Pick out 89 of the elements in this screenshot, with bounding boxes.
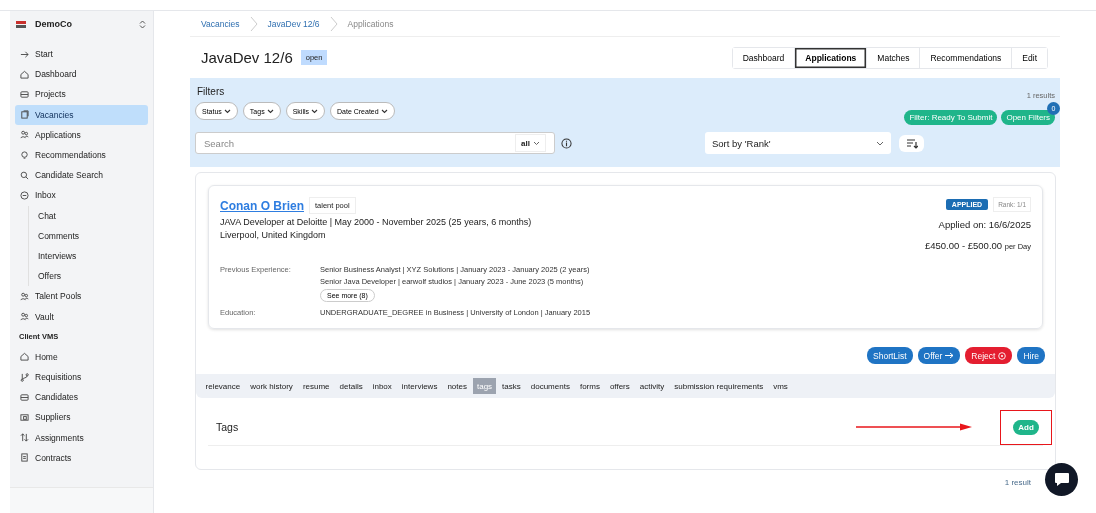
sidebar-item[interactable]: Dashboard [15, 64, 148, 85]
sidebar-item[interactable]: Requisitions [15, 367, 148, 388]
nav-icon [20, 412, 29, 422]
nav-icon [20, 372, 29, 382]
detail-tab[interactable]: tasks [498, 378, 525, 394]
nav-icon [20, 170, 29, 180]
nav-icon [20, 69, 29, 79]
nav-icon [20, 392, 29, 402]
filters-title: Filters [196, 86, 226, 97]
nav-icon [20, 453, 29, 463]
action-button[interactable]: Reject [965, 347, 1013, 364]
chevron-down-icon [380, 108, 388, 114]
sidebar-item[interactable]: Applications [15, 124, 148, 145]
candidate-name-link[interactable]: Conan O Brien [220, 198, 304, 213]
sort-order-button[interactable] [899, 134, 924, 152]
rate-range: £450.00 - £500.00 [924, 240, 1003, 251]
sort-dropdown[interactable]: Sort by 'Rank' [705, 132, 891, 154]
nav-icon [20, 433, 29, 443]
nav-icon [20, 352, 29, 362]
logo-icon [16, 19, 28, 29]
detail-tab[interactable]: offers [606, 378, 634, 394]
arrow-right-icon [945, 352, 955, 359]
candidate-location: Liverpool, United Kingdom [220, 230, 327, 240]
tags-title: Tags [215, 421, 240, 433]
sidebar-item[interactable]: Home [15, 346, 148, 367]
sidebar-item[interactable]: Inbox [15, 185, 148, 206]
breadcrumb-link[interactable]: Applications [347, 18, 394, 29]
nav-icon [20, 190, 29, 200]
nav-icon [20, 150, 29, 160]
search-field[interactable]: Search all [195, 132, 555, 154]
detail-tab[interactable]: relevance [202, 378, 244, 394]
sidebar-item[interactable]: Vault [15, 306, 148, 327]
nav-icon [20, 110, 29, 120]
chevron-down-icon [223, 108, 231, 114]
chevron-down-icon [876, 140, 884, 146]
breadcrumb-link[interactable]: JavaDev 12/6 [267, 18, 320, 29]
org-name: DemoCo [35, 19, 73, 29]
sidebar-item[interactable]: Contracts [15, 447, 148, 468]
nav-icon [20, 291, 29, 301]
applied-date: Applied on: 16/6/2025 [938, 219, 1031, 230]
info-icon[interactable] [561, 137, 572, 149]
action-button[interactable]: Hire [1017, 347, 1045, 364]
sidebar-item[interactable]: Vacancies [15, 104, 148, 125]
detail-tab[interactable]: vms [769, 378, 792, 394]
reject-icon [998, 351, 1007, 360]
nav-icon [20, 312, 29, 322]
detail-tab[interactable]: inbox [369, 378, 396, 394]
sidebar-item[interactable]: Projects [15, 84, 148, 105]
detail-tab[interactable]: activity [636, 378, 668, 394]
sidebar-item[interactable]: Suppliers [15, 407, 148, 428]
detail-tab[interactable]: resume [299, 378, 334, 394]
sort-icon [905, 137, 918, 149]
detail-tab[interactable]: work history [246, 378, 297, 394]
sidebar-subitem[interactable]: Chat [38, 205, 148, 226]
detail-tab[interactable]: forms [576, 378, 604, 394]
chat-icon [1053, 472, 1070, 487]
results-count: 1 result [1003, 478, 1032, 487]
chat-button[interactable] [1045, 463, 1078, 496]
detail-tab[interactable]: details [336, 378, 367, 394]
nav-tab[interactable]: Edit [1011, 47, 1047, 68]
scope-dropdown[interactable]: all [515, 134, 546, 152]
sidebar-item[interactable]: Start [15, 44, 148, 65]
breadcrumb-link[interactable]: Vacancies [201, 18, 240, 29]
candidate-headline: JAVA Developer at Deloitte | May 2000 - November 2025 (25 years, 6 months) [220, 217, 532, 227]
sidebar-item[interactable]: Candidate Search [15, 165, 148, 186]
nav-icon [20, 89, 29, 99]
chevron-down-icon [266, 108, 274, 114]
page-title: JavaDev 12/6 [201, 49, 293, 66]
sidebar-item[interactable]: Assignments [15, 427, 148, 448]
detail-tab[interactable]: submission requirements [670, 378, 767, 394]
sidebar-subitem[interactable]: Comments [38, 225, 148, 246]
chevron-down-icon [311, 108, 318, 114]
sidebar-subitem[interactable]: Interviews [38, 245, 148, 267]
action-button[interactable]: Offer [917, 347, 961, 364]
sidebar-subitem[interactable]: Offers [38, 266, 148, 287]
nav-icon [20, 49, 29, 59]
nav-icon [20, 130, 29, 140]
detail-tab[interactable]: interviews [398, 378, 441, 394]
action-button[interactable]: ShortList [867, 347, 913, 364]
chevron-down-icon [533, 140, 540, 146]
sidebar-item[interactable]: Candidates [15, 387, 148, 408]
chevron-icon [329, 15, 338, 32]
sidebar-item[interactable]: Talent Pools [15, 286, 148, 307]
updown-icon[interactable] [139, 19, 146, 29]
detail-tab[interactable]: documents [527, 378, 574, 394]
chevron-icon [249, 15, 258, 32]
nav-tab[interactable]: Applications [794, 47, 867, 68]
sidebar-item[interactable]: Recommendations [15, 144, 148, 166]
detail-tab[interactable]: notes [443, 378, 471, 394]
